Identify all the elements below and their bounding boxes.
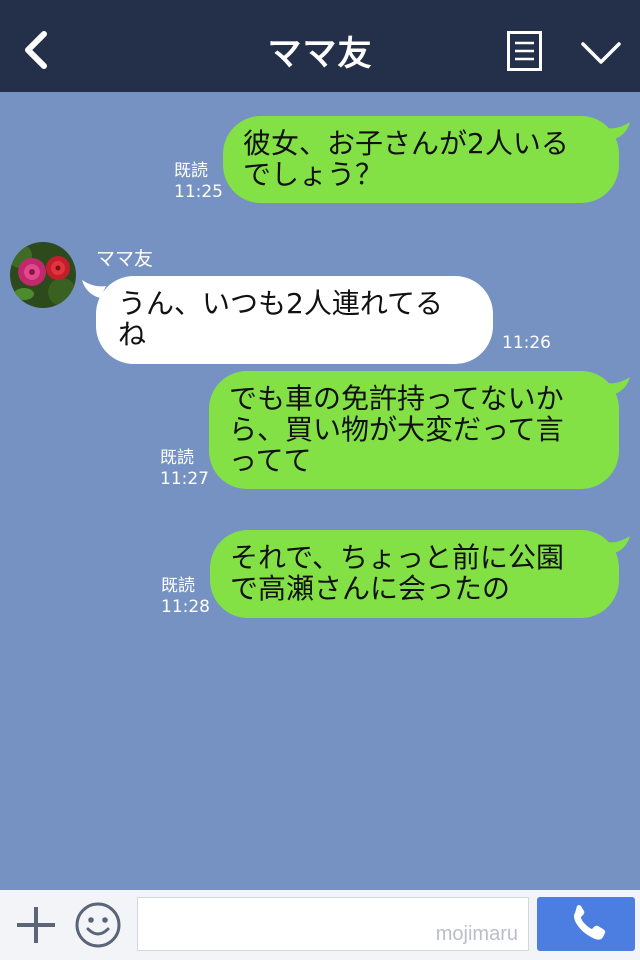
phone-icon [574, 905, 606, 940]
message-line: ってて [229, 444, 312, 477]
call-button[interactable] [537, 897, 635, 951]
message-line: ね [118, 318, 147, 351]
avatar[interactable] [10, 242, 76, 308]
read-receipt: 既読 11:25 [174, 161, 223, 203]
chat-header: ママ友 [0, 0, 640, 92]
read-receipt: 既読 11:27 [160, 448, 209, 490]
notes-icon[interactable] [507, 31, 542, 71]
message-time: 11:28 [161, 597, 210, 617]
message-bubble-outgoing[interactable]: それで、ちょっと前に公園 で高瀬さんに会ったの [210, 530, 619, 618]
message-line: でも車の免許持ってないか [229, 382, 564, 415]
message-time: 11:25 [174, 182, 223, 202]
message-time: 11:27 [160, 469, 209, 489]
chevron-down-icon[interactable] [580, 38, 622, 68]
message-bubble-incoming[interactable]: うん、いつも2人連れてる ね [96, 276, 493, 364]
bubble-tail [606, 536, 630, 554]
message-line: うん、いつも2人連れてる [118, 287, 443, 320]
message-line: それで、ちょっと前に公園 [230, 541, 565, 574]
chat-title: ママ友 [267, 34, 373, 74]
plus-icon[interactable] [14, 905, 58, 945]
sender-name: ママ友 [96, 248, 154, 270]
read-receipt: 既読 11:28 [161, 576, 210, 618]
watermark: mojimaru [435, 923, 518, 945]
smiley-icon[interactable] [74, 901, 122, 949]
read-label: 既読 [161, 576, 195, 596]
message-line: 彼女、お子さんが2人いる [243, 127, 569, 160]
message-time: 11:26 [502, 333, 551, 353]
read-label: 既読 [160, 448, 194, 468]
chat-area[interactable]: 彼女、お子さんが2人いる でしょう？ 既読 11:25 ママ友 うん、いつも2人… [0, 92, 640, 890]
message-input[interactable]: mojimaru [137, 897, 529, 951]
message-bubble-outgoing[interactable]: 彼女、お子さんが2人いる でしょう？ [223, 116, 619, 203]
message-line: で高瀬さんに会ったの [230, 572, 511, 605]
message-line: でしょう？ [243, 158, 384, 191]
read-label: 既読 [174, 161, 208, 181]
bubble-tail [606, 377, 630, 395]
message-line: ら、買い物が大変だって言 [229, 413, 564, 446]
message-bubble-outgoing[interactable]: でも車の免許持ってないか ら、買い物が大変だって言 ってて [209, 371, 619, 489]
rose-avatar-icon [10, 242, 76, 308]
bubble-tail [606, 122, 630, 140]
